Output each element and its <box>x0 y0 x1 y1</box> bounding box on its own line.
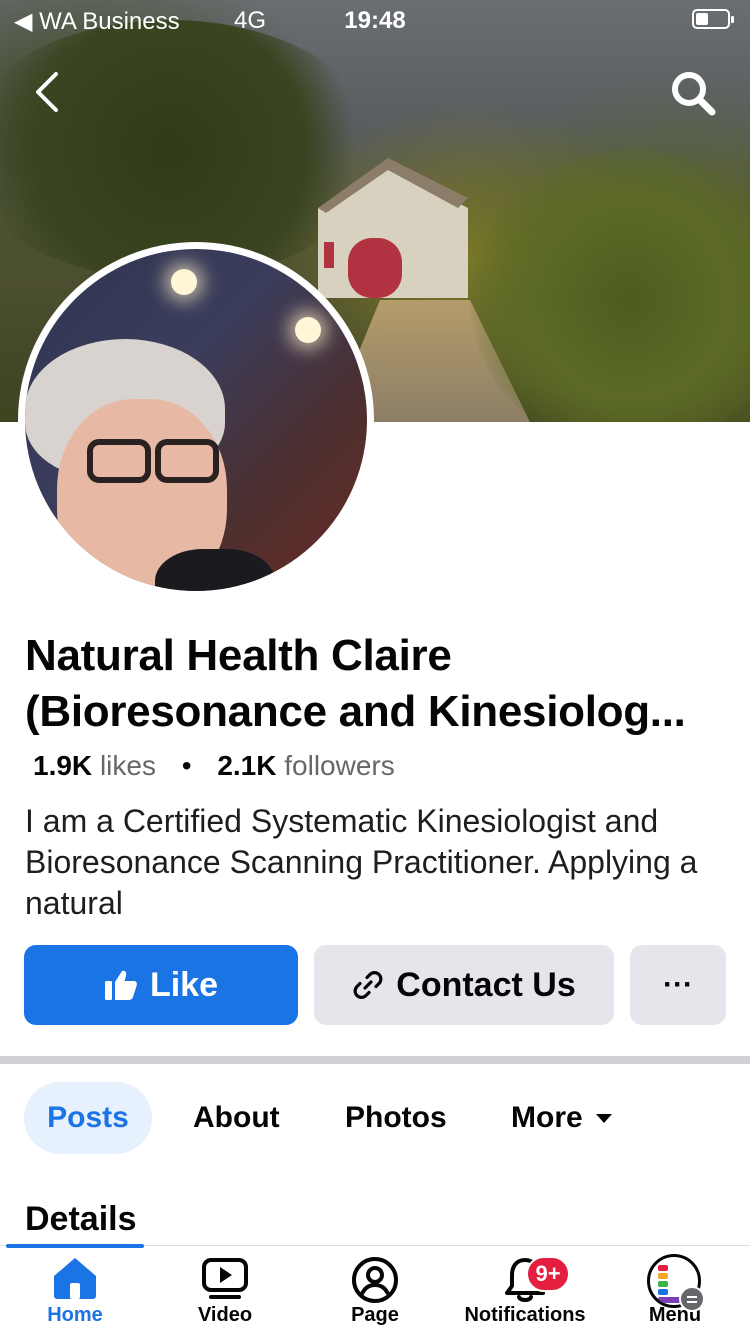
profile-photo <box>25 249 367 591</box>
section-divider <box>0 1056 750 1064</box>
more-options-button[interactable]: ··· <box>630 945 726 1025</box>
thumbs-up-icon <box>104 970 137 1000</box>
stats-separator: • <box>181 750 192 781</box>
nav-home-label: Home <box>47 1304 103 1326</box>
page-stats: 1.9K likes • 2.1K followers <box>33 750 395 782</box>
profile-picture[interactable] <box>18 242 374 598</box>
contact-us-button[interactable]: Contact Us <box>314 945 614 1025</box>
tab-photos[interactable]: Photos <box>345 1082 447 1154</box>
tab-more-label: More <box>511 1101 583 1134</box>
search-button[interactable] <box>668 68 720 120</box>
video-icon <box>202 1258 248 1299</box>
nav-page-label: Page <box>351 1304 399 1326</box>
followers-label: followers <box>284 750 395 781</box>
page-title-line-1: Natural Health Claire <box>25 631 452 680</box>
page-icon <box>352 1257 398 1303</box>
search-icon <box>672 72 716 116</box>
like-button[interactable]: Like <box>24 945 298 1025</box>
contact-us-label: Contact Us <box>396 965 576 1004</box>
like-button-label: Like <box>149 965 219 1004</box>
home-icon <box>54 1258 96 1299</box>
notification-count-badge: 9+ <box>526 1256 570 1292</box>
cover-barn <box>318 158 468 298</box>
nav-notifications[interactable]: Notifications <box>450 1246 600 1335</box>
link-icon <box>353 971 383 999</box>
likes-count: 1.9K <box>33 750 93 781</box>
caret-down-icon <box>595 1114 612 1123</box>
nav-video-label: Video <box>197 1304 253 1326</box>
tab-posts[interactable]: Posts <box>24 1082 152 1154</box>
battery-icon <box>692 9 734 29</box>
menu-icon <box>679 1286 705 1312</box>
status-bar: ◀ WA Business 4G 19:48 <box>0 0 750 40</box>
nav-page[interactable]: Page <box>300 1246 450 1335</box>
chevron-left-icon <box>36 72 58 112</box>
page-title-line-2: (Bioresonance and Kinesiolog... <box>25 687 686 736</box>
followers-count: 2.1K <box>217 750 277 781</box>
bottom-navigation: Home Video Page Notifications 9+ Menu <box>0 1244 750 1335</box>
cover-foliage-right <box>470 150 750 422</box>
ellipsis-icon: ··· <box>663 968 693 1001</box>
nav-home[interactable]: Home <box>0 1246 150 1335</box>
page-title: Natural Health Claire (Bioresonance and … <box>25 628 735 740</box>
nav-notifications-label: Notifications <box>464 1304 586 1326</box>
back-button[interactable] <box>26 66 70 118</box>
page-bio: I am a Certified Systematic Kinesiologis… <box>25 803 698 921</box>
tab-more[interactable]: More <box>511 1082 613 1154</box>
likes-label: likes <box>99 750 156 781</box>
clock: 19:48 <box>344 7 406 34</box>
details-heading: Details <box>25 1200 137 1238</box>
tab-about[interactable]: About <box>193 1082 280 1154</box>
nav-video[interactable]: Video <box>150 1246 300 1335</box>
